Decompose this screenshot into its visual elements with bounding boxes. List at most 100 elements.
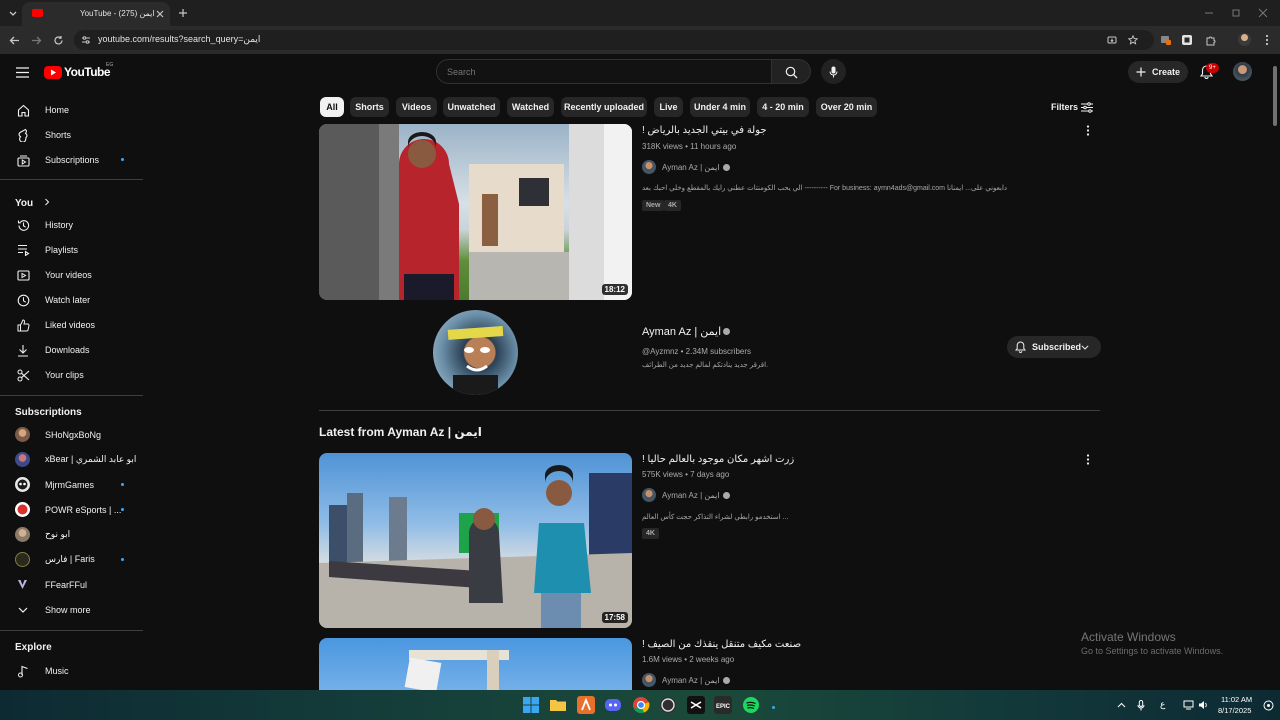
back-icon[interactable]	[6, 32, 22, 48]
chip-shorts[interactable]: Shorts	[350, 97, 389, 117]
chip-all[interactable]: All	[320, 97, 344, 117]
sidebar-sub-mjrmgames[interactable]: MjrmGames	[0, 472, 143, 497]
browser-tab[interactable]: YouTube - ايمن (275)	[22, 2, 170, 26]
forward-icon[interactable]	[28, 32, 44, 48]
chip-live[interactable]: Live	[654, 97, 683, 117]
sidebar-you-header[interactable]: You	[15, 193, 50, 209]
show-hidden-icons-icon[interactable]	[1115, 699, 1127, 711]
clock-time[interactable]: 11:02 AM	[1221, 695, 1252, 704]
sidebar-item-your-clips[interactable]: Your clips	[0, 362, 143, 387]
filter-sliders-icon	[1080, 101, 1093, 113]
reload-icon[interactable]	[50, 32, 66, 48]
extension-icon[interactable]	[1160, 34, 1172, 46]
capcut-icon[interactable]	[687, 696, 705, 714]
video-channel-row[interactable]: Ayman Az | ايمن	[642, 488, 730, 502]
app-orange-icon[interactable]	[577, 696, 595, 714]
hamburger-menu-icon[interactable]	[14, 64, 30, 80]
sidebar-item-watch-later[interactable]: Watch later	[0, 287, 143, 312]
bookmark-star-icon[interactable]	[1127, 34, 1139, 46]
channel-title[interactable]: Ayman Az | ايمن	[642, 325, 721, 338]
sidebar-sub-powr[interactable]: POWR eSports | ...	[0, 497, 143, 522]
epic-games-icon[interactable]: EPIC	[714, 696, 732, 714]
install-app-icon[interactable]	[1106, 34, 1118, 46]
search-input[interactable]	[447, 65, 747, 79]
sidebar-sub-faris[interactable]: فارس | Faris	[0, 547, 143, 572]
show-more-button[interactable]: Show more	[0, 597, 143, 622]
tab-list-icon[interactable]	[6, 6, 20, 20]
obs-icon[interactable]	[659, 696, 677, 714]
chrome-icon[interactable]	[632, 696, 650, 714]
extension-2-icon[interactable]	[1181, 34, 1193, 46]
extensions-puzzle-icon[interactable]	[1204, 34, 1216, 46]
chip-unwatched[interactable]: Unwatched	[443, 97, 500, 117]
discord-icon[interactable]	[604, 696, 622, 714]
sidebar-item-shorts[interactable]: Shorts	[0, 122, 143, 147]
sidebar-item-liked-videos[interactable]: Liked videos	[0, 312, 143, 337]
page-scrollbar[interactable]	[1270, 54, 1280, 690]
sidebar-item-home[interactable]: Home	[0, 97, 143, 122]
maximize-icon[interactable]	[1229, 6, 1243, 20]
tab-title: YouTube - ايمن (275)	[80, 9, 155, 18]
sidebar-item-music[interactable]: Music	[0, 658, 143, 683]
youtube-favicon-icon	[32, 9, 43, 17]
clock-date[interactable]: 8/17/2025	[1218, 706, 1251, 715]
video-title[interactable]: جولة في بيتي الجديد بالرياض !	[642, 125, 767, 136]
activate-windows-subtitle: Go to Settings to activate Windows.	[1081, 646, 1224, 656]
account-avatar[interactable]	[1233, 62, 1252, 81]
video-thumbnail[interactable]: 17:58	[319, 453, 632, 628]
create-button[interactable]: Create	[1128, 61, 1188, 83]
network-icon[interactable]	[1182, 699, 1194, 711]
input-language[interactable]: ع	[1160, 699, 1165, 710]
chip-videos[interactable]: Videos	[396, 97, 437, 117]
notification-center-icon[interactable]	[1262, 699, 1274, 711]
sidebar-item-history[interactable]: History	[0, 212, 143, 237]
sidebar-item-playlists[interactable]: Playlists	[0, 237, 143, 262]
chip-over-20-min[interactable]: Over 20 min	[816, 97, 877, 117]
youtube-logo[interactable]: YouTube EG	[44, 62, 114, 81]
subscribed-button[interactable]: Subscribed	[1007, 336, 1101, 358]
chip-4-20-min[interactable]: 4 - 20 min	[757, 97, 809, 117]
sidebar-item-subscriptions[interactable]: Subscriptions	[0, 147, 143, 172]
url-text[interactable]: youtube.com/results?search_query=ايمن	[98, 34, 260, 45]
chip-watched[interactable]: Watched	[507, 97, 554, 117]
browser-menu-icon[interactable]	[1262, 34, 1272, 46]
new-tab-icon[interactable]	[176, 6, 190, 20]
address-bar[interactable]: youtube.com/results?search_query=ايمن	[74, 30, 1154, 50]
sidebar-sub-xbear[interactable]: xBear | ابو عابد الشمري	[0, 447, 143, 472]
sidebar-sub-ffearfful[interactable]: FFearFFul	[0, 572, 143, 597]
minimize-icon[interactable]	[1202, 6, 1216, 20]
video-channel-row[interactable]: Ayman Az | ايمن	[642, 673, 730, 687]
windows-start-icon[interactable]	[522, 696, 540, 714]
channel-avatar[interactable]	[433, 310, 518, 395]
spotify-icon[interactable]	[742, 696, 760, 714]
filters-button[interactable]: Filters	[1046, 97, 1096, 117]
more-actions-icon[interactable]	[1082, 124, 1094, 136]
voice-search-button[interactable]	[821, 59, 846, 84]
video-thumbnail[interactable]: 18:12	[319, 124, 632, 300]
sidebar-divider	[0, 395, 143, 396]
svg-text:EPIC: EPIC	[716, 704, 731, 710]
video-duration: 18:12	[601, 284, 628, 295]
close-tab-icon[interactable]	[154, 8, 165, 19]
search-button[interactable]	[771, 59, 811, 84]
chip-under-4-min[interactable]: Under 4 min	[690, 97, 750, 117]
search-box[interactable]	[436, 59, 772, 84]
video-title[interactable]: صنعت مكيف متنقل ينقذك من الصيف !	[642, 639, 801, 650]
sidebar-sub-abu-nooh[interactable]: ابو نوح	[0, 522, 143, 547]
scrollbar-thumb[interactable]	[1273, 66, 1277, 126]
chip-recently-uploaded[interactable]: Recently uploaded	[561, 97, 647, 117]
more-actions-icon[interactable]	[1082, 453, 1094, 465]
microphone-tray-icon[interactable]	[1135, 699, 1147, 711]
video-thumbnail[interactable]	[319, 638, 632, 690]
video-meta: 1.6M views • 2 weeks ago	[642, 655, 735, 664]
file-explorer-icon[interactable]	[549, 696, 567, 714]
profile-avatar-icon[interactable]	[1238, 33, 1251, 46]
sidebar-item-your-videos[interactable]: Your videos	[0, 262, 143, 287]
video-title[interactable]: زرت اشهر مكان موجود بالعالم حاليا !	[642, 454, 794, 465]
sidebar-sub-shongxbong[interactable]: SHoNgxBoNg	[0, 422, 143, 447]
sidebar-item-downloads[interactable]: Downloads	[0, 337, 143, 362]
video-channel-row[interactable]: Ayman Az | ايمن	[642, 160, 730, 174]
site-info-icon[interactable]	[80, 34, 92, 46]
close-window-icon[interactable]	[1256, 6, 1270, 20]
volume-icon[interactable]	[1197, 699, 1209, 711]
